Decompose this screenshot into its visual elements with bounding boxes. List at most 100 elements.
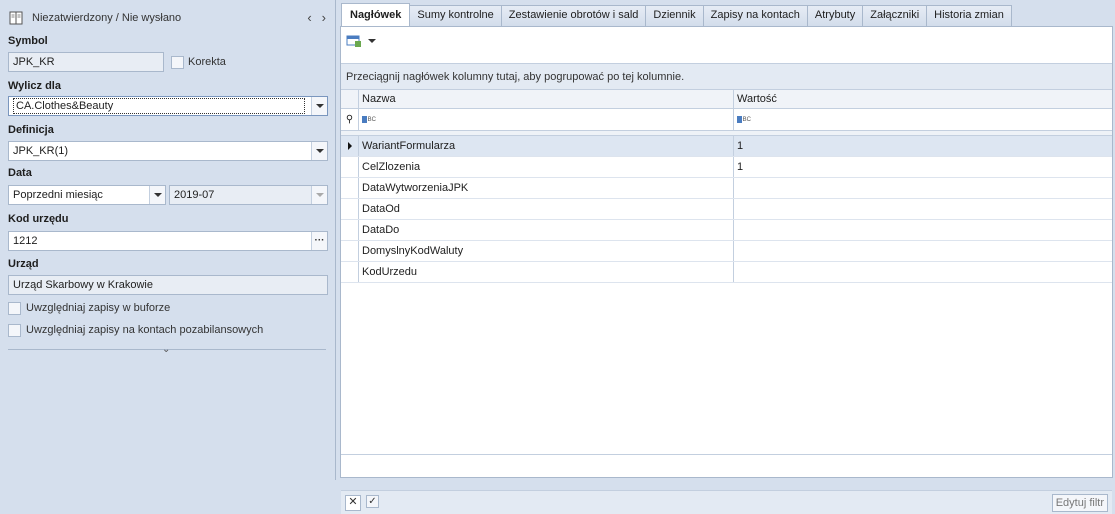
grid-toolbar xyxy=(346,32,376,50)
cell-value[interactable]: 1 xyxy=(734,157,1112,177)
row-indicator xyxy=(341,199,359,219)
cell-value[interactable] xyxy=(734,178,1112,198)
definicja-label: Definicja xyxy=(8,124,54,136)
cell-value[interactable]: 1 xyxy=(734,136,1112,156)
data-month-select[interactable]: 2019-07 xyxy=(169,185,328,205)
table-row[interactable]: DataOd xyxy=(341,199,1112,220)
kod-urzedu-field[interactable]: 1212 ··· xyxy=(8,231,328,251)
tab-zalaczniki[interactable]: Załączniki xyxy=(862,5,928,26)
group-by-panel[interactable]: Przeciągnij nagłówek kolumny tutaj, aby … xyxy=(341,64,1112,90)
cell-name[interactable]: DataOd xyxy=(359,199,734,219)
next-record-icon[interactable]: › xyxy=(322,10,326,25)
bufor-checkbox[interactable] xyxy=(8,302,21,315)
text-filter-icon: BC xyxy=(362,116,376,124)
grid-layout-icon[interactable] xyxy=(346,34,362,48)
pozabilans-label: Uwzględniaj zapisy na kontach pozabilans… xyxy=(26,324,264,336)
column-header-wartosc[interactable]: Wartość xyxy=(734,90,1112,108)
kod-urzedu-value: 1212 xyxy=(13,235,38,247)
data-period-dropdown-button[interactable] xyxy=(149,186,165,204)
chevron-down-icon xyxy=(315,104,324,108)
clear-filter-icon[interactable]: ✕ xyxy=(345,495,361,511)
cell-value[interactable] xyxy=(734,262,1112,282)
row-indicator xyxy=(341,220,359,240)
left-panel: Niezatwierdzony / Nie wysłano ‹ › Symbol… xyxy=(0,0,336,480)
tab-zestawienie[interactable]: Zestawienie obrotów i sald xyxy=(500,5,647,26)
tab-sumy-kontrolne[interactable]: Sumy kontrolne xyxy=(409,5,502,26)
column-header-nazwa[interactable]: Nazwa xyxy=(359,90,734,108)
filter-icon: ⚲ xyxy=(341,109,359,130)
cell-name[interactable]: DomyslnyKodWaluty xyxy=(359,241,734,261)
table-row[interactable]: WariantFormularza 1 xyxy=(341,136,1112,157)
data-month-value: 2019-07 xyxy=(174,189,215,201)
document-status: Niezatwierdzony / Nie wysłano xyxy=(32,12,182,24)
urzad-field: Urząd Skarbowy w Krakowie xyxy=(8,275,328,295)
status-row: Niezatwierdzony / Nie wysłano ‹ › xyxy=(8,8,330,28)
current-row-icon xyxy=(347,142,352,150)
tab-naglowek[interactable]: Nagłówek xyxy=(341,3,411,27)
tab-content: Przeciągnij nagłówek kolumny tutaj, aby … xyxy=(340,26,1113,514)
filter-cell-nazwa[interactable]: BC xyxy=(359,109,734,130)
book-icon xyxy=(9,11,23,25)
definicja-value: JPK_KR(1) xyxy=(13,145,69,157)
text-filter-icon: BC xyxy=(737,116,751,124)
data-period-value: Poprzedni miesiąc xyxy=(13,189,103,201)
collapse-chevron-icon[interactable]: ⌄ xyxy=(162,344,170,355)
row-indicator xyxy=(341,241,359,261)
symbol-field[interactable]: JPK_KR xyxy=(8,52,164,72)
filter-enabled-checkbox[interactable]: ✓ xyxy=(366,495,379,508)
data-label: Data xyxy=(8,167,32,179)
filter-bar: ✕ ✓ Edytuj filtr xyxy=(341,490,1112,514)
definicja-select[interactable]: JPK_KR(1) xyxy=(8,141,328,161)
tab-historia-zmian[interactable]: Historia zmian xyxy=(926,5,1012,26)
chevron-down-icon xyxy=(315,149,324,153)
cell-name[interactable]: DataDo xyxy=(359,220,734,240)
row-indicator xyxy=(341,262,359,282)
bufor-label: Uwzględniaj zapisy w buforze xyxy=(26,302,171,314)
pozabilans-checkbox[interactable] xyxy=(8,324,21,337)
kod-urzedu-browse-button[interactable]: ··· xyxy=(311,232,327,250)
header-indicator xyxy=(341,90,359,108)
definicja-dropdown-button[interactable] xyxy=(311,142,327,160)
table-row[interactable]: KodUrzedu xyxy=(341,262,1112,283)
urzad-label: Urząd xyxy=(8,258,39,270)
symbol-label: Symbol xyxy=(8,35,48,47)
table-row[interactable]: DomyslnyKodWaluty xyxy=(341,241,1112,262)
cell-name[interactable]: CelZlozenia xyxy=(359,157,734,177)
table-row[interactable]: DataWytworzeniaJPK xyxy=(341,178,1112,199)
record-navigation: ‹ › xyxy=(307,10,326,25)
cell-value[interactable] xyxy=(734,220,1112,240)
row-indicator xyxy=(341,157,359,177)
wylicz-dla-dropdown-button[interactable] xyxy=(311,97,327,115)
tab-dziennik[interactable]: Dziennik xyxy=(645,5,704,26)
edit-filter-button[interactable]: Edytuj filtr xyxy=(1051,494,1108,512)
table-row[interactable]: DataDo xyxy=(341,220,1112,241)
chevron-down-icon xyxy=(153,193,162,197)
cell-value[interactable] xyxy=(734,199,1112,219)
wylicz-dla-select[interactable]: CA.Clothes&Beauty xyxy=(8,96,328,116)
filter-row: ⚲ BC BC xyxy=(341,109,1112,131)
cell-value[interactable] xyxy=(734,241,1112,261)
grid-header: Nazwa Wartość xyxy=(341,90,1112,109)
wylicz-dla-value: CA.Clothes&Beauty xyxy=(13,98,305,114)
tab-atrybuty[interactable]: Atrybuty xyxy=(806,5,864,26)
filter-cell-wartosc[interactable]: BC xyxy=(734,109,1112,130)
chevron-down-icon xyxy=(315,193,324,197)
kod-urzedu-label: Kod urzędu xyxy=(8,213,69,225)
tab-zapisy-na-kontach[interactable]: Zapisy na kontach xyxy=(702,5,808,26)
cell-name[interactable]: DataWytworzeniaJPK xyxy=(359,178,734,198)
row-indicator xyxy=(341,178,359,198)
wylicz-dla-label: Wylicz dla xyxy=(8,80,61,92)
data-grid: Przeciągnij nagłówek kolumny tutaj, aby … xyxy=(341,63,1112,514)
korekta-checkbox[interactable] xyxy=(171,56,184,69)
data-month-dropdown-button[interactable] xyxy=(311,186,327,204)
tab-strip: Nagłówek Sumy kontrolne Zestawienie obro… xyxy=(341,3,1012,27)
korekta-label: Korekta xyxy=(188,56,226,68)
grid-footer-divider xyxy=(341,454,1112,455)
cell-name[interactable]: WariantFormularza xyxy=(359,136,734,156)
data-period-select[interactable]: Poprzedni miesiąc xyxy=(8,185,166,205)
row-indicator xyxy=(341,136,359,156)
table-row[interactable]: CelZlozenia 1 xyxy=(341,157,1112,178)
previous-record-icon[interactable]: ‹ xyxy=(307,10,311,25)
cell-name[interactable]: KodUrzedu xyxy=(359,262,734,282)
chevron-down-icon[interactable] xyxy=(368,39,376,43)
